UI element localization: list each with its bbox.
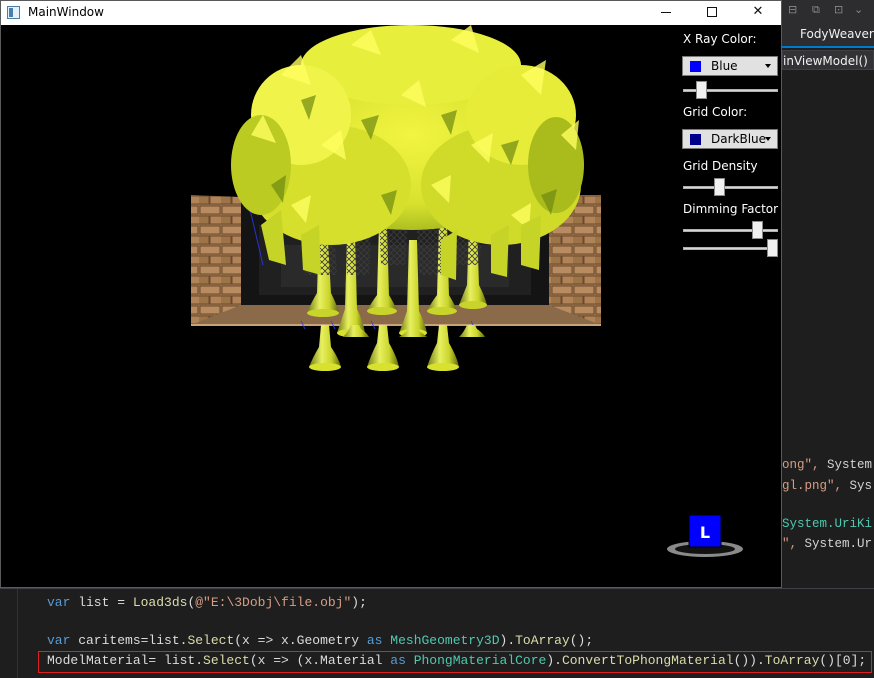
screen: ⊟ ⧉ ⊡ ⌄ FodyWeavers inViewModel() ong", …: [0, 0, 874, 678]
main-window: MainWindow ✕ X Ray Color: Blue Grid Colo…: [0, 0, 782, 588]
grid-density-slider[interactable]: [683, 178, 778, 196]
dimming-factor-label: Dimming Factor: [683, 202, 779, 216]
highlight-box: [38, 651, 872, 673]
code-line: gl.png", Sys: [782, 479, 873, 493]
3d-viewport[interactable]: [1, 25, 781, 587]
code-line: ong", System: [782, 458, 873, 472]
code-line: System.UriKi: [782, 517, 873, 531]
brick-wall-left: [191, 195, 241, 325]
settings-panel: X Ray Color: Blue Grid Color: DarkBlue G…: [681, 25, 781, 265]
maximize-button[interactable]: [689, 1, 735, 25]
extra-slider[interactable]: [683, 239, 778, 257]
slider-thumb[interactable]: [752, 221, 763, 239]
chevron-down-icon: [765, 64, 771, 68]
minimize-icon: [661, 12, 671, 13]
chevron-down-icon[interactable]: ⌄: [854, 3, 868, 17]
member-dropdown[interactable]: inViewModel(): [782, 50, 874, 70]
slider-thumb[interactable]: [696, 81, 707, 99]
box-floor: [191, 305, 601, 325]
scene-render: [191, 25, 601, 371]
slider-thumb[interactable]: [767, 239, 778, 257]
color-swatch: [690, 134, 701, 145]
view-cube-letter: L: [700, 523, 710, 542]
slider-track: [683, 229, 778, 232]
editor-gutter: [0, 589, 18, 678]
slider-track: [683, 186, 778, 189]
code-line-caritems: var caritems=list.Select(x => x.Geometry…: [47, 633, 594, 648]
view-cube[interactable]: L: [665, 513, 745, 563]
dimming-factor-slider[interactable]: [683, 221, 778, 239]
slider-track: [683, 247, 778, 250]
tab-underline: [782, 46, 874, 48]
grid-color-label: Grid Color:: [683, 105, 748, 119]
app-icon: [7, 6, 20, 19]
ide-code-editor[interactable]: var list = Load3ds(@"E:\3Dobj\file.obj")…: [0, 588, 874, 678]
close-button[interactable]: ✕: [735, 1, 781, 25]
xray-color-select[interactable]: Blue: [682, 56, 778, 76]
slider-thumb[interactable]: [714, 178, 725, 196]
grid-color-select[interactable]: DarkBlue: [682, 129, 778, 149]
grid-color-value: DarkBlue: [711, 132, 767, 146]
minimize-button[interactable]: [643, 1, 689, 25]
ide-editor-background: ⊟ ⧉ ⊡ ⌄ FodyWeavers inViewModel() ong", …: [782, 0, 874, 588]
xray-color-value: Blue: [711, 59, 738, 73]
preview-icon[interactable]: ⊡: [834, 3, 848, 17]
window-title: MainWindow: [28, 5, 104, 19]
tab-fodyweavers[interactable]: FodyWeavers: [782, 22, 874, 46]
code-line: ", System.Ur: [782, 537, 873, 551]
color-swatch: [690, 61, 701, 72]
ide-toolbar: ⊟ ⧉ ⊡ ⌄: [782, 0, 874, 22]
title-bar[interactable]: MainWindow ✕: [1, 1, 781, 25]
chevron-down-icon: [765, 137, 771, 141]
maximize-icon: [707, 7, 717, 17]
xray-color-label: X Ray Color:: [683, 32, 757, 46]
pin-icon[interactable]: ⊟: [788, 3, 802, 17]
close-icon: ✕: [752, 4, 764, 19]
code-line-list: var list = Load3ds(@"E:\3Dobj\file.obj")…: [47, 595, 367, 610]
split-icon[interactable]: ⧉: [812, 3, 826, 17]
grid-density-label: Grid Density: [683, 159, 758, 173]
xray-slider[interactable]: [683, 81, 778, 99]
